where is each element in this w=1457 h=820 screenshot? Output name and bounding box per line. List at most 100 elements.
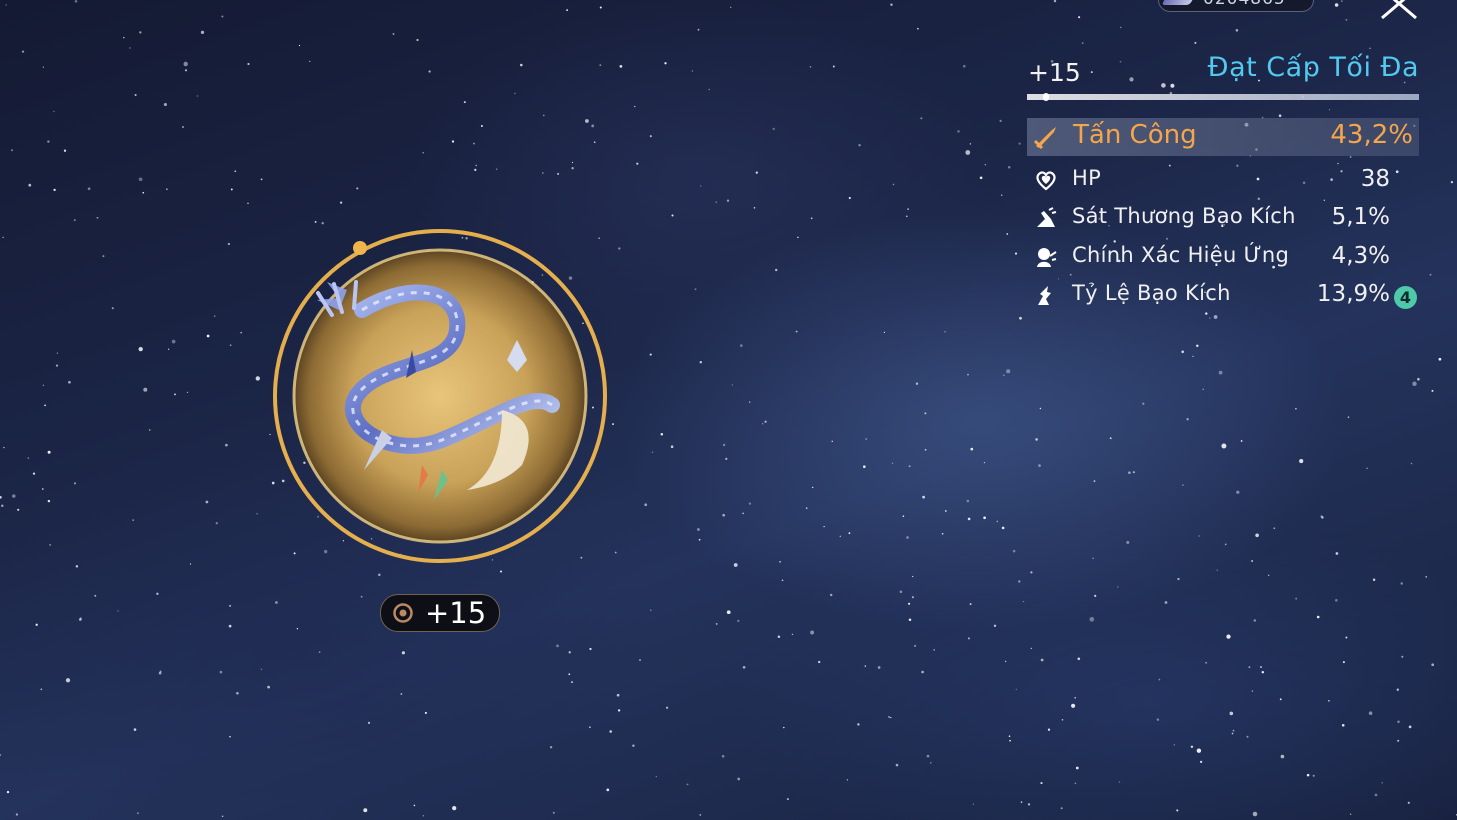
star [42, 66, 45, 68]
star [10, 149, 14, 152]
star [1006, 369, 1011, 374]
star [1202, 388, 1204, 391]
star [883, 331, 886, 334]
star [764, 420, 767, 423]
star [1196, 344, 1199, 348]
star [926, 754, 930, 758]
star [541, 172, 544, 174]
star [857, 723, 860, 726]
star [1053, 0, 1057, 3]
star [1061, 718, 1064, 721]
star [1369, 47, 1371, 50]
star [908, 465, 911, 468]
star [725, 457, 728, 461]
star [924, 448, 927, 451]
star [1246, 735, 1249, 738]
star [810, 217, 813, 220]
star [1328, 109, 1331, 111]
star [215, 522, 218, 525]
star [697, 28, 700, 31]
star [979, 176, 983, 180]
star [47, 450, 51, 454]
star [102, 255, 105, 258]
sub-stat-name: Sát Thương Bạo Kích [1072, 204, 1296, 228]
star [1226, 634, 1231, 639]
star [891, 462, 894, 465]
star [1092, 557, 1094, 559]
star [589, 647, 592, 651]
star [171, 339, 176, 344]
star [864, 665, 866, 667]
close-button[interactable] [1376, 0, 1422, 22]
star [1295, 407, 1297, 410]
star [27, 457, 30, 459]
star [755, 171, 758, 174]
star [649, 609, 652, 612]
star [892, 183, 895, 186]
star [890, 716, 892, 719]
star [742, 512, 744, 515]
star [846, 779, 849, 781]
star [777, 635, 781, 639]
star [1349, 813, 1352, 815]
star [463, 101, 466, 104]
star [74, 482, 76, 485]
star [1074, 696, 1077, 699]
star [775, 268, 778, 272]
star [969, 143, 972, 145]
star [1231, 732, 1234, 735]
star [1119, 60, 1122, 63]
star [912, 575, 914, 578]
star [1251, 560, 1253, 562]
star [1450, 180, 1454, 184]
star [699, 813, 702, 816]
star [234, 170, 237, 173]
star [47, 140, 50, 143]
close-icon[interactable] [1376, 0, 1422, 22]
star [1213, 315, 1218, 319]
relic-emblem[interactable] [262, 220, 622, 580]
star [1164, 601, 1168, 604]
star [1366, 467, 1368, 469]
star [722, 513, 726, 517]
star [1349, 155, 1352, 159]
star [229, 735, 231, 738]
star [1081, 42, 1084, 44]
star [1176, 809, 1179, 812]
star [138, 177, 143, 182]
star [136, 812, 139, 815]
star [906, 215, 908, 218]
star [53, 110, 55, 113]
star [1345, 636, 1348, 639]
star [1340, 0, 1343, 3]
star [1273, 527, 1276, 530]
star [228, 624, 232, 628]
star [1345, 18, 1348, 21]
star [96, 216, 99, 219]
star [619, 65, 623, 68]
star [1259, 665, 1263, 669]
star [472, 142, 475, 145]
star [591, 124, 595, 128]
star [617, 709, 621, 712]
star [1232, 729, 1235, 732]
star [1161, 83, 1166, 88]
star [737, 777, 741, 781]
star [196, 95, 198, 97]
star [1181, 350, 1184, 354]
max-level-label: Đạt Cấp Tối Đa [1207, 52, 1419, 83]
star [42, 384, 45, 387]
relic-currency-icon [1161, 0, 1197, 5]
star [363, 808, 368, 813]
star [858, 144, 861, 147]
star [566, 9, 569, 12]
star [260, 178, 263, 181]
star [1316, 615, 1320, 619]
star [922, 495, 925, 499]
star [275, 601, 278, 604]
star [664, 62, 667, 65]
star [186, 391, 189, 394]
star [930, 762, 932, 764]
star [1295, 597, 1298, 600]
star [1078, 16, 1081, 19]
